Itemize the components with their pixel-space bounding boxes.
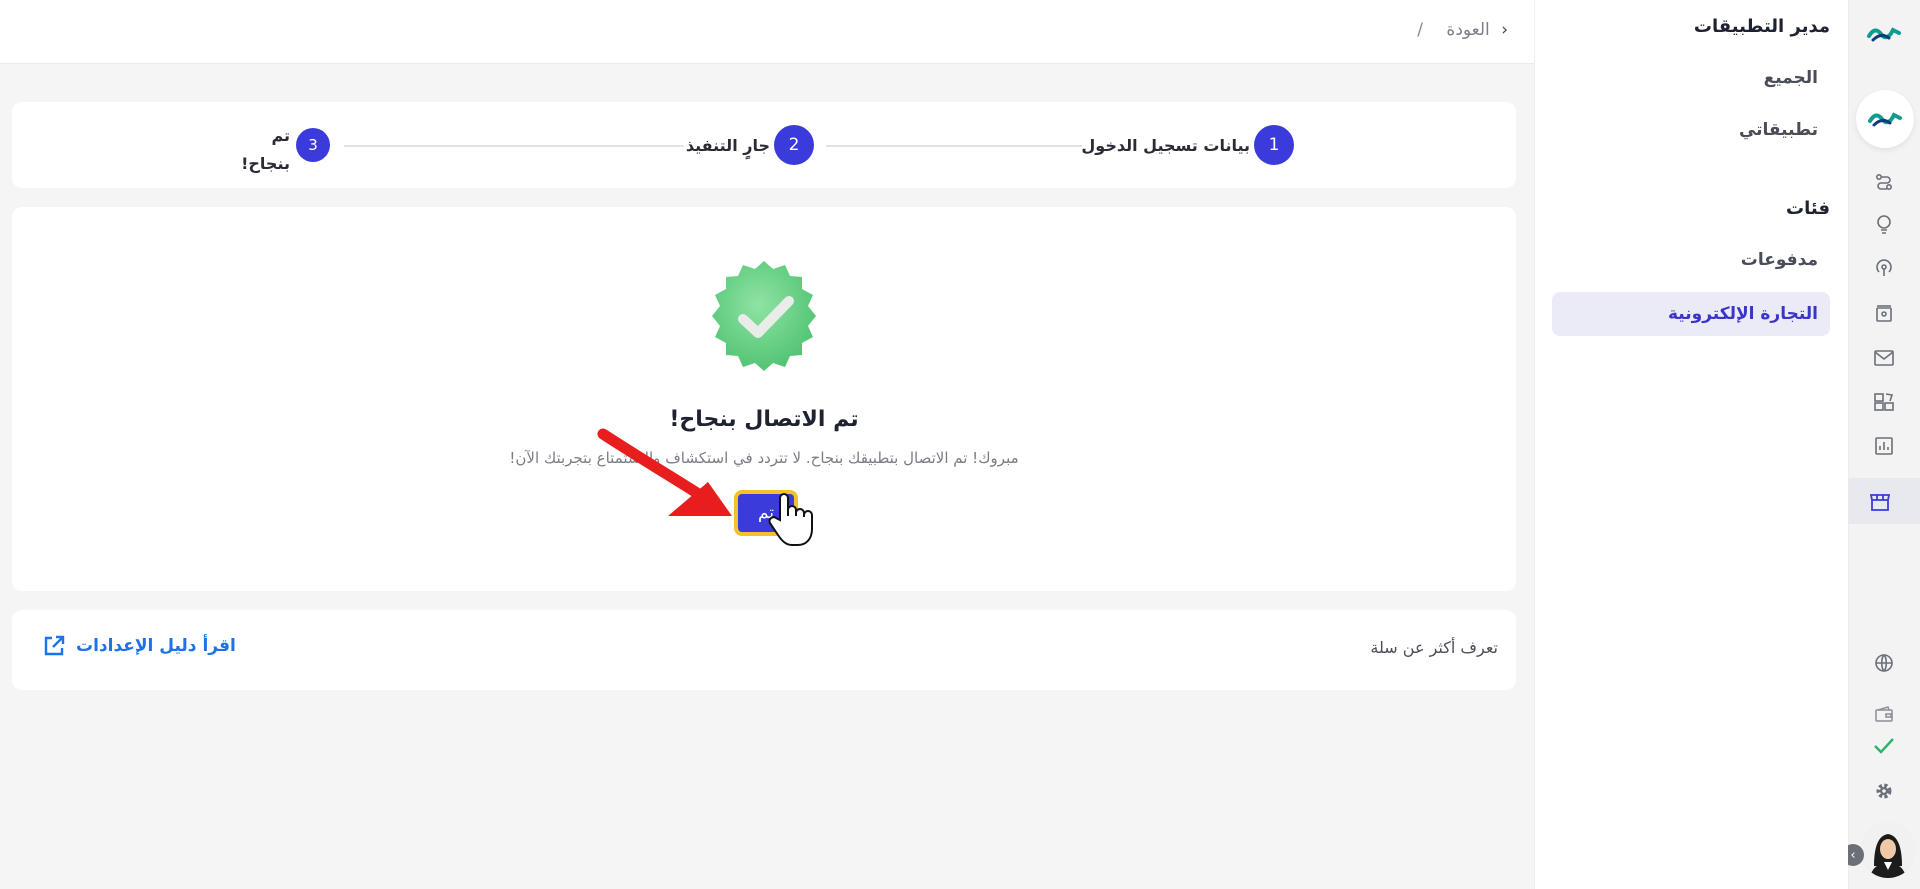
success-card: تم الاتصال بنجاح! مبروك! تم الاتصال بتطب… [12, 207, 1516, 591]
learn-more-text: تعرف أكثر عن سلة [1370, 638, 1498, 657]
sidebar-item-my-apps[interactable]: تطبيقاتي [1739, 120, 1818, 140]
mail-icon[interactable] [1866, 340, 1902, 376]
learn-more-card: تعرف أكثر عن سلة اقرأ دليل الإعدادات [12, 610, 1516, 690]
step-1-label: بيانات تسجيل الدخول [1081, 136, 1250, 155]
sidebar-section-categories: فئات [1786, 198, 1830, 219]
external-link-icon [44, 635, 65, 656]
breadcrumb-separator: / [1417, 20, 1423, 40]
current-app-logo-icon[interactable] [1856, 90, 1914, 148]
step-2-label: جارٍ التنفيذ [685, 136, 770, 155]
breadcrumb: ‹ العودة / [1417, 20, 1508, 40]
done-button[interactable]: تم [734, 490, 798, 536]
user-avatar[interactable] [1860, 822, 1916, 878]
progress-stepper: 1 بيانات تسجيل الدخول 2 جارٍ التنفيذ 3 ت… [12, 102, 1516, 188]
step-2-number: 2 [774, 125, 814, 165]
wallet-icon[interactable] [1866, 696, 1902, 732]
chevron-left-icon[interactable]: ‹ [1501, 20, 1508, 40]
logo-icon[interactable] [1866, 16, 1902, 52]
apps-icon[interactable] [1866, 384, 1902, 420]
store-profile-icon[interactable] [1866, 296, 1902, 332]
step-connector [826, 145, 1082, 147]
gear-icon[interactable] [1866, 773, 1902, 809]
success-title: تم الاتصال بنجاح! [669, 407, 859, 432]
route-icon[interactable] [1866, 164, 1902, 200]
setup-guide-link-label: اقرأ دليل الإعدادات [76, 636, 236, 656]
step-3-label: تم بنجاح! [241, 122, 290, 178]
icon-rail: ‹ [1842, 0, 1920, 889]
step-3-number: 3 [296, 128, 330, 162]
step-connector [344, 145, 684, 147]
storefront-icon[interactable] [1862, 484, 1898, 520]
broadcast-icon[interactable] [1866, 250, 1902, 286]
back-link[interactable]: العودة [1446, 20, 1489, 40]
chart-icon[interactable] [1866, 428, 1902, 464]
sidebar-item-all[interactable]: الجميع [1764, 68, 1818, 88]
step-1-number: 1 [1254, 125, 1294, 165]
sidebar-title: مدير التطبيقات [1693, 16, 1830, 37]
sidebar-item-ecommerce[interactable]: التجارة الإلكترونية [1552, 292, 1830, 336]
check-icon[interactable] [1866, 728, 1902, 764]
step-3-label-line2: بنجاح! [241, 154, 290, 173]
sidebar-item-payments[interactable]: مدفوعات [1741, 250, 1818, 270]
setup-guide-link[interactable]: اقرأ دليل الإعدادات [42, 634, 236, 658]
success-badge-icon [703, 257, 825, 379]
sidebar: مدير التطبيقات الجميع تطبيقاتي فئات مدفو… [1534, 0, 1848, 889]
step-3-label-line1: تم [271, 126, 290, 145]
success-message: مبروك! تم الاتصال بتطبيقك بنجاح. لا تترد… [509, 449, 1019, 467]
lightbulb-icon[interactable] [1866, 206, 1902, 242]
globe-icon[interactable] [1866, 645, 1902, 681]
top-bar: ‹ العودة / [0, 0, 1534, 64]
